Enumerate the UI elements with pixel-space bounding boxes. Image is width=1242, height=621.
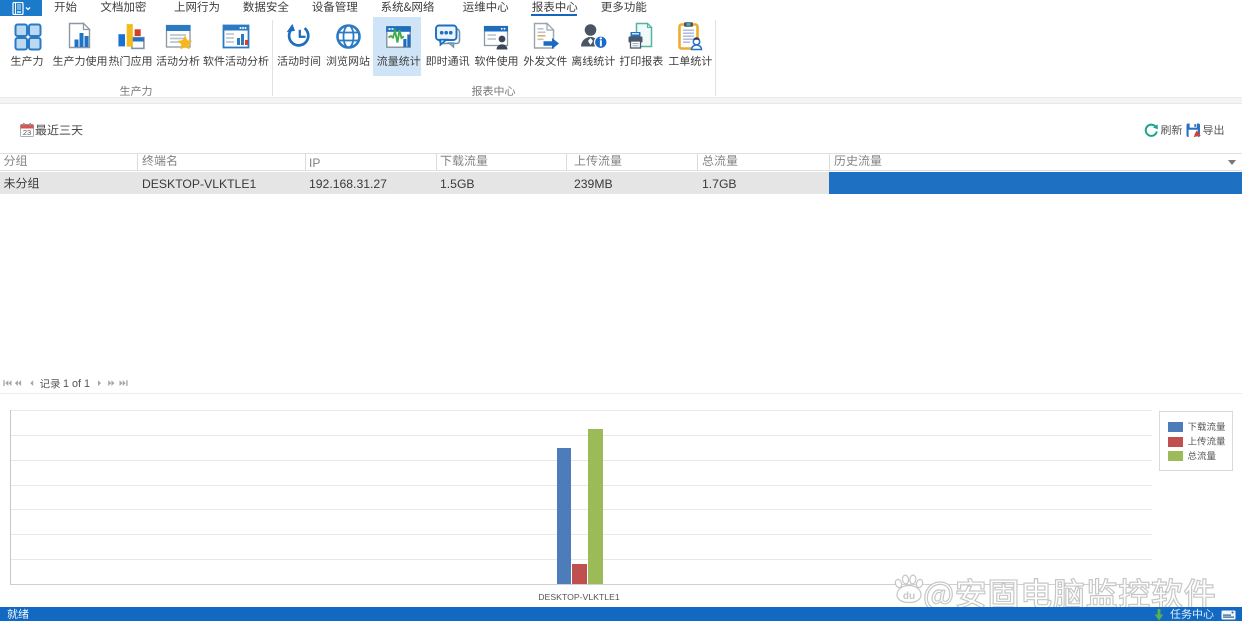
svg-text:du: du	[903, 591, 915, 602]
